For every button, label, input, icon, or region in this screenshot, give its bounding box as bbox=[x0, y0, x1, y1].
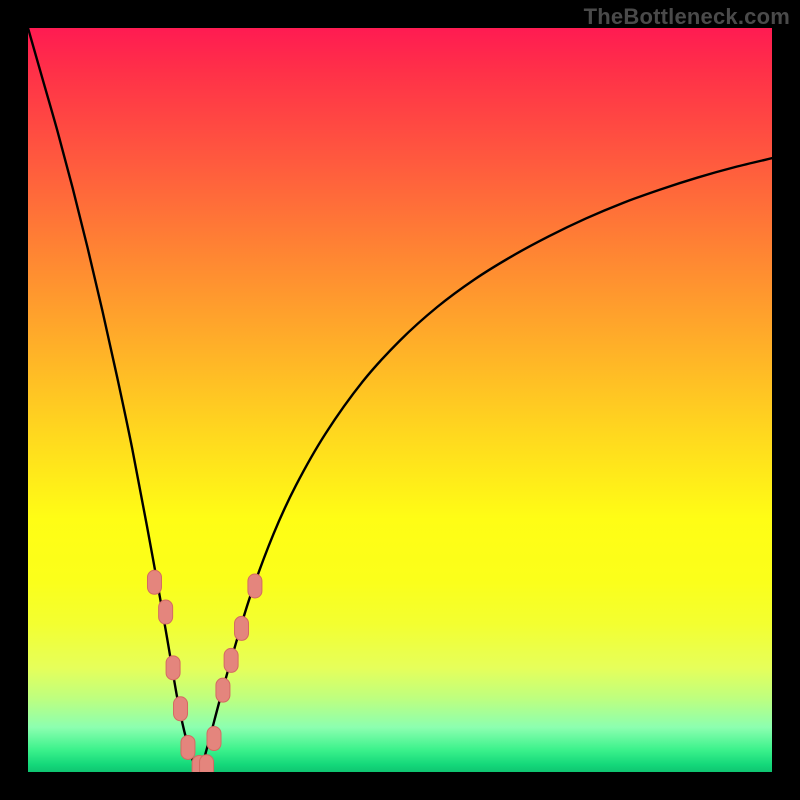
marker-dot bbox=[216, 678, 230, 702]
marker-dot bbox=[147, 570, 161, 594]
bottleneck-curve bbox=[28, 28, 772, 772]
marker-dot bbox=[207, 727, 221, 751]
plot-area bbox=[28, 28, 772, 772]
plot-svg bbox=[28, 28, 772, 772]
marker-dot bbox=[166, 656, 180, 680]
marker-dot bbox=[174, 697, 188, 721]
marker-dot bbox=[235, 616, 249, 640]
marker-dot bbox=[248, 574, 262, 598]
marker-dot bbox=[181, 735, 195, 759]
chart-frame: TheBottleneck.com bbox=[0, 0, 800, 800]
marker-dot bbox=[159, 600, 173, 624]
marker-dot bbox=[200, 755, 214, 772]
watermark-text: TheBottleneck.com bbox=[584, 4, 790, 30]
marker-dot bbox=[224, 648, 238, 672]
